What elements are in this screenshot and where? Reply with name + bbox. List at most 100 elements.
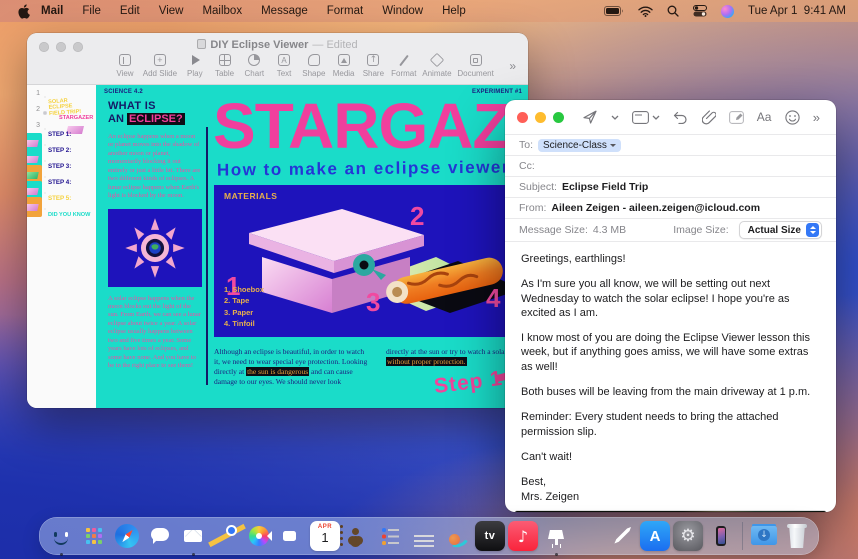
toolbar-button-view[interactable]: View — [113, 54, 137, 78]
dock-music[interactable] — [508, 521, 538, 551]
attachment-eclipse-photo[interactable] — [515, 511, 826, 512]
menu-item-edit[interactable]: Edit — [120, 5, 140, 17]
dock-messages[interactable] — [145, 521, 175, 551]
battery-icon[interactable] — [604, 6, 624, 16]
desktop: Mail File Edit View Mailbox Message Form… — [0, 0, 858, 559]
menu-item-format[interactable]: Format — [327, 5, 363, 17]
zoom-button[interactable] — [553, 112, 564, 123]
share-icon — [367, 54, 379, 66]
toolbar-button-table[interactable]: Table — [213, 54, 237, 78]
toolbar-button-document[interactable]: Document — [457, 54, 493, 78]
document-icon — [470, 54, 482, 66]
toolbar-button-media[interactable]: Media — [332, 54, 356, 78]
subject-field[interactable]: Subject: Eclipse Field Trip — [505, 176, 836, 197]
slide-thumbnail-1[interactable]: 1 SOLAR ECLIPSE FIELD TRIP! — [27, 90, 96, 99]
menu-item-view[interactable]: View — [159, 5, 184, 17]
subject-value: Eclipse Field Trip — [562, 181, 648, 193]
dock-tv[interactable]: tv — [475, 521, 505, 551]
menu-item-file[interactable]: File — [82, 5, 101, 17]
send-options-chevron[interactable] — [611, 115, 619, 120]
dock-notes[interactable] — [409, 521, 439, 551]
emoji-button[interactable] — [785, 110, 800, 125]
wifi-icon[interactable] — [638, 6, 653, 17]
toolbar-button-play[interactable]: Play — [183, 54, 207, 78]
slide-canvas[interactable]: SCIENCE 4.2 EXPERIMENT #1 WHAT IS AN ECL… — [96, 85, 528, 408]
toolbar-button-share[interactable]: Share — [361, 54, 385, 78]
dock-mail[interactable] — [178, 521, 208, 551]
menu-bar-status: Tue Apr 1 9:41 AM — [604, 5, 846, 18]
keynote-content: 1 SOLAR ECLIPSE FIELD TRIP! 2 STARGAZER … — [27, 85, 528, 408]
toolbar-button-chart[interactable]: Chart — [242, 54, 266, 78]
format-button[interactable]: Aa — [757, 110, 772, 124]
dock-maps[interactable] — [211, 521, 241, 551]
add-slide-icon — [154, 54, 166, 66]
toolbar-button-add-slide[interactable]: Add Slide — [143, 54, 177, 78]
dock-trash[interactable] — [782, 521, 812, 551]
materials-item-2: 2. Tape — [224, 295, 264, 306]
dock-settings[interactable] — [673, 521, 703, 551]
apple-tv-icon: tv — [475, 521, 505, 551]
to-field[interactable]: To: Science-Class — [505, 134, 836, 155]
mail-window-controls — [517, 112, 564, 123]
menu-item-message[interactable]: Message — [261, 5, 308, 17]
footer-left-column: Although an eclipse is beautiful, in ord… — [214, 347, 372, 388]
dock-launchpad[interactable] — [79, 521, 109, 551]
menu-item-help[interactable]: Help — [442, 5, 466, 17]
column-paragraph-1: An eclipse happens when a moon or planet… — [108, 133, 202, 201]
toolbar-button-shape[interactable]: Shape — [302, 54, 326, 78]
body-paragraph: As I'm sure you all know, we will be set… — [521, 277, 820, 320]
minimize-button[interactable] — [535, 112, 546, 123]
mail-toolbar[interactable]: Aa » — [505, 100, 836, 134]
menu-item-mailbox[interactable]: Mailbox — [202, 5, 242, 17]
cc-field[interactable]: Cc: — [505, 155, 836, 176]
dock-downloads[interactable] — [749, 521, 779, 551]
from-field[interactable]: From: Aileen Zeigen - aileen.zeigen@iclo… — [505, 197, 836, 218]
column-paragraph-2: A solar eclipse happens when the moon bl… — [108, 295, 202, 371]
search-icon[interactable] — [667, 5, 679, 17]
undo-icon — [673, 111, 688, 124]
document-proxy-icon[interactable] — [197, 39, 206, 52]
attach-button[interactable] — [702, 110, 716, 125]
menu-item-mail[interactable]: Mail — [41, 5, 63, 17]
keynote-titlebar[interactable]: DIY Eclipse Viewer— Edited View Add Slid… — [27, 33, 528, 85]
image-size-select[interactable]: Actual Size — [739, 221, 822, 239]
dock-calendar[interactable]: APR1 — [310, 521, 340, 551]
app-menus: Mail File Edit View Mailbox Message Form… — [41, 5, 466, 17]
slide-kicker-left: SCIENCE 4.2 — [104, 89, 143, 95]
toolbar-button-format[interactable]: Format — [391, 54, 416, 78]
toolbar-button-animate[interactable]: Animate — [422, 54, 451, 78]
eclipse-highlight: ECLIPSE? — [127, 113, 185, 125]
dock-freeform[interactable] — [442, 521, 472, 551]
dock-reminders[interactable] — [376, 521, 406, 551]
menu-item-window[interactable]: Window — [382, 5, 423, 17]
format-brush-icon — [398, 54, 410, 66]
markup-button[interactable] — [729, 110, 744, 124]
menu-bar-clock[interactable]: Tue Apr 1 9:41 AM — [748, 5, 846, 17]
body-signature: Mrs. Zeigen — [521, 490, 820, 504]
control-center-icon[interactable] — [693, 5, 707, 17]
send-button[interactable] — [582, 109, 598, 125]
slide-left-column: WHAT IS AN ECLIPSE? An eclipse happens w… — [108, 100, 202, 370]
toolbar-button-text[interactable]: Text — [272, 54, 296, 78]
close-button[interactable] — [517, 112, 528, 123]
dock-safari[interactable] — [112, 521, 142, 551]
body-paragraph: Greetings, earthlings! — [521, 252, 820, 266]
dock-contacts[interactable] — [343, 521, 373, 551]
message-body-editor[interactable]: Greetings, earthlings! As I'm sure you a… — [505, 241, 836, 508]
markup-icon — [729, 110, 744, 124]
toolbar-overflow-icon[interactable]: » — [509, 59, 516, 73]
dock-iphone-mirroring[interactable] — [706, 521, 736, 551]
dock-keynote[interactable] — [541, 521, 571, 551]
dock-finder[interactable] — [46, 521, 76, 551]
apple-logo-icon[interactable] — [18, 4, 31, 19]
keynote-toolbar: View Add Slide Play Table Chart Text Sha… — [113, 54, 494, 78]
dock-pages[interactable] — [607, 521, 637, 551]
dock-appstore[interactable] — [640, 521, 670, 551]
siri-icon[interactable] — [721, 5, 734, 18]
recipient-token[interactable]: Science-Class — [538, 139, 621, 152]
toolbar-overflow-icon[interactable]: » — [813, 110, 820, 125]
dock-numbers[interactable] — [574, 521, 604, 551]
undo-button[interactable] — [673, 111, 688, 124]
header-fields-button[interactable] — [632, 111, 660, 124]
dock-facetime[interactable] — [277, 521, 307, 551]
